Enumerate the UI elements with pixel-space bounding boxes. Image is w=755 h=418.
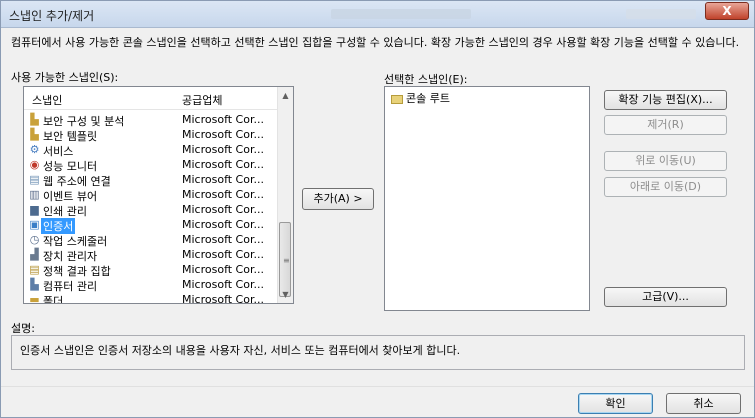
dialog-description: 컴퓨터에서 사용 가능한 콘솔 스냅인을 선택하고 선택한 스냅인 집합을 구성… [11,36,740,49]
list-scrollbar[interactable]: ▲ ≡ ▼ [277,87,293,303]
web-link-icon: ▤ [29,173,40,186]
snapin-vendor: Microsoft Cor... [182,293,264,304]
snapin-row[interactable]: ▬ 폴더 Microsoft Cor... [24,292,286,304]
task-scheduler-clock-icon: ◷ [29,233,40,246]
ok-button[interactable]: 확인 [578,393,653,414]
list-header: 스냅인 공급업체 [24,87,286,110]
column-header-snapin[interactable]: 스냅인 [32,92,62,108]
scroll-up-icon[interactable]: ▲ [278,88,293,103]
policy-result-icon: ▤ [29,263,40,276]
print-management-icon: ▆ [30,203,39,216]
snapin-row[interactable]: ▆ 인쇄 관리 Microsoft Cor... [24,202,286,218]
computer-management-icon: ▙ [30,278,39,291]
folder-icon: ▬ [29,293,40,304]
snapin-vendor: Microsoft Cor... [182,188,264,201]
snapin-dialog: 스냅인 추가/제거 X 컴퓨터에서 사용 가능한 콘솔 스냅인을 선택하고 선택… [0,0,755,418]
explanation-label: 설명: [11,322,35,335]
snapin-row[interactable]: ▤ 정책 결과 집합 Microsoft Cor... [24,262,286,278]
snapin-row[interactable]: ▙ 컴퓨터 관리 Microsoft Cor... [24,277,286,293]
edit-extensions-button[interactable]: 확장 기능 편집(X)... [604,90,727,110]
snapin-name: 폴더 [43,295,64,304]
snapin-vendor: Microsoft Cor... [182,233,264,246]
grip-icon: ≡ [283,256,290,265]
selected-snapins-list[interactable]: 콘솔 루트 [384,86,590,311]
available-snapins-list[interactable]: 스냅인 공급업체 ▙ 보안 구성 및 분석 Microsoft Cor... ▙ 보안 … [23,86,294,304]
snapin-vendor: Microsoft Cor... [182,158,264,171]
event-viewer-icon: ▥ [29,188,40,201]
available-snapins-label: 사용 가능한 스냅인(S): [11,71,119,84]
snapin-row[interactable]: ▟ 장치 관리자 Microsoft Cor... [24,247,286,263]
snapin-vendor: Microsoft Cor... [182,128,264,141]
snapin-vendor: Microsoft Cor... [182,143,264,156]
cancel-button[interactable]: 취소 [666,393,741,414]
move-up-button[interactable]: 위로 이동(U) [604,151,727,171]
snapin-row[interactable]: ◷ 작업 스케줄러 Microsoft Cor... [24,232,286,248]
snapin-vendor: Microsoft Cor... [182,248,264,261]
security-template-icon: ▙ [30,128,39,141]
snapin-vendor: Microsoft Cor... [182,218,264,231]
snapin-row[interactable]: ⚙ 서비스 Microsoft Cor... [24,142,286,158]
folder-icon [391,94,403,104]
advanced-button[interactable]: 고급(V)... [604,287,727,307]
console-root-label: 콘솔 루트 [406,92,450,105]
snapin-vendor: Microsoft Cor... [182,113,264,126]
snapin-vendor: Microsoft Cor... [182,173,264,186]
footer-divider [1,386,754,387]
scroll-thumb[interactable]: ≡ [279,222,291,297]
column-header-vendor[interactable]: 공급업체 [182,92,222,108]
scroll-down-icon[interactable]: ▼ [278,287,293,302]
snapin-vendor: Microsoft Cor... [182,203,264,216]
snapin-row[interactable]: ▤ 웹 주소에 연결 Microsoft Cor... [24,172,286,188]
snapin-row[interactable]: ▥ 이벤트 뷰어 Microsoft Cor... [24,187,286,203]
console-root-item[interactable]: 콘솔 루트 [391,90,450,106]
explanation-box: 인증서 스냅인은 인증서 저장소의 내용을 사용자 자신, 서비스 또는 컴퓨터… [11,335,745,370]
move-down-button[interactable]: 아래로 이동(D) [604,177,727,197]
explanation-text: 인증서 스냅인은 인증서 저장소의 내용을 사용자 자신, 서비스 또는 컴퓨터… [20,344,461,357]
services-gear-icon: ⚙ [29,143,40,156]
snapin-row[interactable]: ▣ 인증서 Microsoft Cor... [24,217,286,234]
title-blur-region [331,9,471,19]
close-icon: X [722,4,732,18]
snapin-row[interactable]: ▙ 보안 템플릿 Microsoft Cor... [24,127,286,143]
close-button[interactable]: X [705,2,749,20]
selected-snapins-label: 선택한 스냅인(E): [384,73,468,86]
snapin-vendor: Microsoft Cor... [182,263,264,276]
performance-monitor-icon: ◉ [29,158,40,171]
window-title: 스냅인 추가/제거 [9,9,95,23]
device-manager-icon: ▟ [30,248,39,261]
title-bar[interactable]: 스냅인 추가/제거 X [1,1,754,28]
remove-button[interactable]: 제거(R) [604,115,727,135]
add-button[interactable]: 추가(A) > [302,188,374,210]
snapin-row[interactable]: ▙ 보안 구성 및 분석 Microsoft Cor... [24,112,286,128]
title-blur-region-2 [626,9,696,19]
security-config-icon: ▙ [30,113,39,126]
snapin-row[interactable]: ◉ 성능 모니터 Microsoft Cor... [24,157,286,173]
snapin-vendor: Microsoft Cor... [182,278,264,291]
certificates-icon: ▣ [29,218,40,231]
